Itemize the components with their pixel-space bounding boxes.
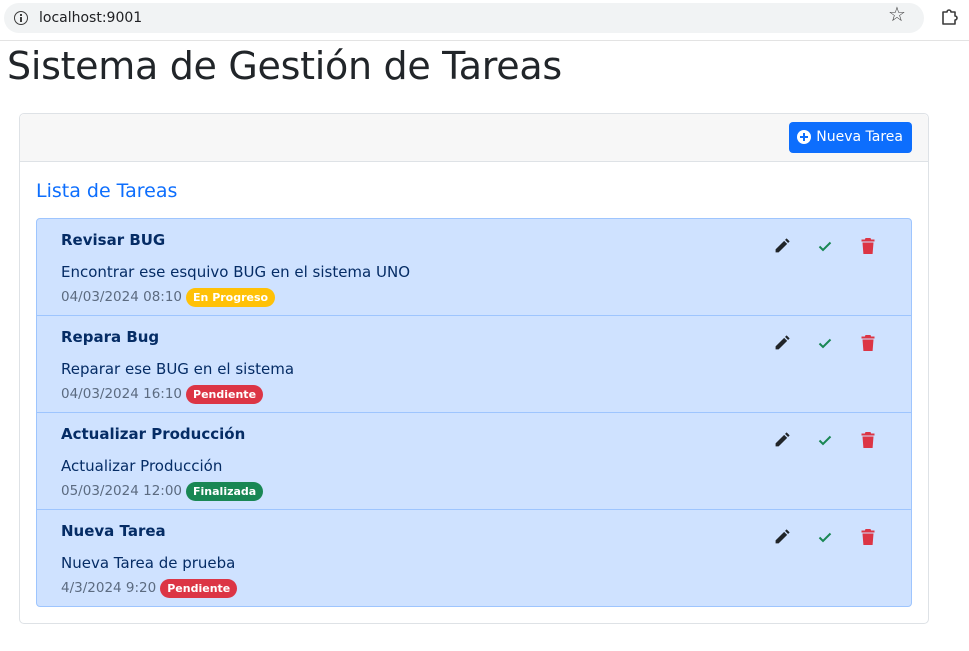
status-badge: En Progreso (186, 287, 276, 307)
url-text[interactable]: localhost:9001 (39, 10, 142, 26)
edit-button[interactable] (760, 429, 803, 451)
delete-button[interactable] (846, 332, 889, 354)
check-icon (818, 338, 831, 349)
bookmark-star-icon[interactable]: ☆ (888, 5, 906, 25)
trash-icon (861, 238, 874, 254)
task-meta: 04/03/2024 08:10 En Progreso (61, 287, 276, 307)
task-title: Actualizar Producción (61, 425, 246, 443)
delete-button[interactable] (846, 526, 889, 548)
check-icon (818, 532, 831, 543)
pencil-icon (775, 432, 790, 447)
task-date: 05/03/2024 12:00 (61, 483, 183, 499)
task-description: Encontrar ese esquivo BUG en el sistema … (61, 263, 411, 281)
task-description: Reparar ese BUG en el sistema (61, 360, 295, 378)
edit-button[interactable] (760, 526, 803, 548)
task-item: Nueva Tarea Nueva Tarea de prueba 4/3/20… (37, 510, 911, 606)
task-item: Revisar BUG Encontrar ese esquivo BUG en… (37, 219, 911, 316)
task-meta: 05/03/2024 12:00 Finalizada (61, 481, 264, 501)
complete-button[interactable] (803, 332, 846, 354)
task-actions (760, 332, 889, 354)
new-task-button[interactable]: Nueva Tarea (789, 122, 912, 153)
task-description: Nueva Tarea de prueba (61, 554, 236, 572)
new-task-label: Nueva Tarea (816, 129, 903, 145)
task-actions (760, 235, 889, 257)
card-header: Nueva Tarea (20, 114, 928, 162)
pencil-icon (775, 529, 790, 544)
status-badge: Finalizada (186, 481, 264, 501)
complete-button[interactable] (803, 526, 846, 548)
info-icon[interactable] (14, 11, 28, 25)
status-badge: Pendiente (186, 384, 264, 404)
plus-circle-icon (797, 130, 812, 144)
page-title: Sistema de Gestión de Tareas (7, 44, 562, 88)
task-title: Repara Bug (61, 328, 160, 346)
task-date: 04/03/2024 16:10 (61, 386, 183, 402)
check-icon (818, 435, 831, 446)
address-bar[interactable]: localhost:9001 (4, 3, 924, 33)
task-item: Repara Bug Reparar ese BUG en el sistema… (37, 316, 911, 413)
trash-icon (861, 335, 874, 351)
trash-icon (861, 529, 874, 545)
task-description: Actualizar Producción (61, 457, 223, 475)
edit-button[interactable] (760, 332, 803, 354)
task-item: Actualizar Producción Actualizar Producc… (37, 413, 911, 510)
extensions-icon[interactable] (940, 6, 960, 26)
task-title: Nueva Tarea (61, 522, 166, 540)
delete-button[interactable] (846, 235, 889, 257)
task-meta: 04/03/2024 16:10 Pendiente (61, 384, 264, 404)
delete-button[interactable] (846, 429, 889, 451)
task-date: 4/3/2024 9:20 (61, 580, 157, 596)
task-date: 04/03/2024 08:10 (61, 289, 183, 305)
task-actions (760, 526, 889, 548)
trash-icon (861, 432, 874, 448)
task-list: Revisar BUG Encontrar ese esquivo BUG en… (36, 218, 912, 607)
list-title: Lista de Tareas (36, 180, 178, 202)
pencil-icon (775, 238, 790, 253)
task-title: Revisar BUG (61, 231, 166, 249)
complete-button[interactable] (803, 429, 846, 451)
task-meta: 4/3/2024 9:20 Pendiente (61, 578, 238, 598)
status-badge: Pendiente (160, 578, 238, 598)
browser-bar: localhost:9001 ☆ (0, 0, 969, 41)
check-icon (818, 241, 831, 252)
task-actions (760, 429, 889, 451)
pencil-icon (775, 335, 790, 350)
tasks-card: Nueva Tarea Lista de Tareas Revisar BUG … (19, 113, 929, 624)
complete-button[interactable] (803, 235, 846, 257)
edit-button[interactable] (760, 235, 803, 257)
